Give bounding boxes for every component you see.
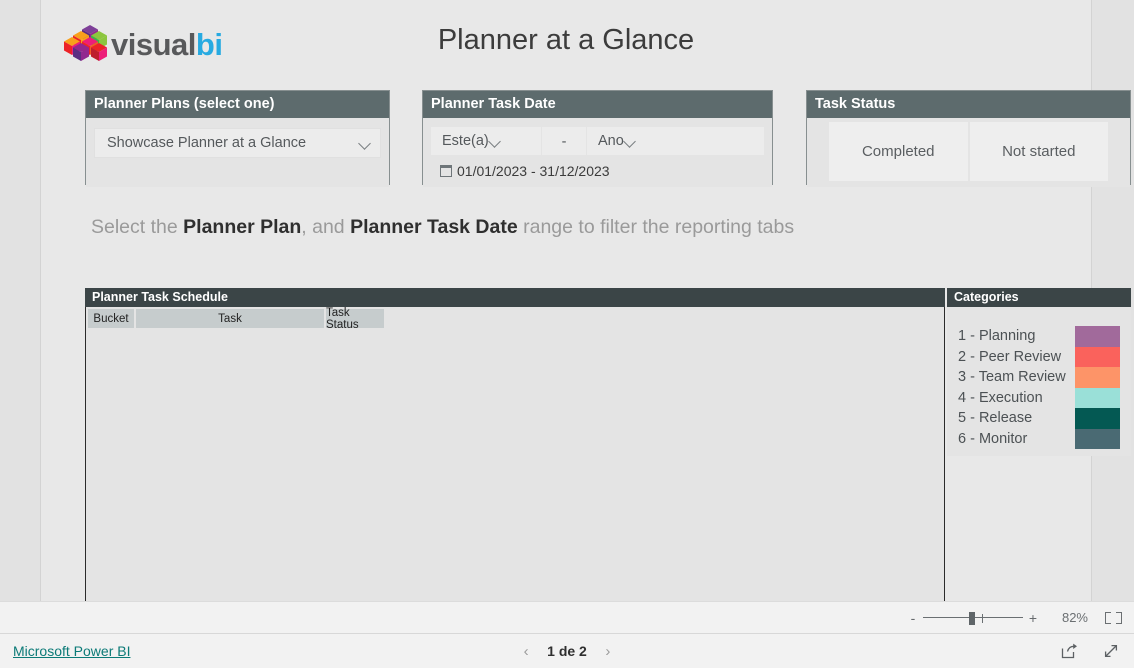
category-label: 6 - Monitor — [958, 430, 1028, 447]
instruction-part-3: range to filter the reporting tabs — [517, 216, 795, 238]
table-column-headers: Bucket Task Task Status — [88, 307, 942, 331]
report-footer: Microsoft Power BI ‹ 1 de 2 › — [0, 633, 1134, 668]
category-color-swatch — [1075, 428, 1120, 449]
slicer-planner-task-date-title: Planner Task Date — [423, 91, 772, 119]
category-color-swatch — [1075, 367, 1120, 388]
chevron-left-icon[interactable]: ‹ — [519, 644, 533, 659]
page-navigation: ‹ 1 de 2 › — [0, 643, 1134, 659]
date-unit-dropdown[interactable]: Ano — [586, 126, 765, 157]
report-canvas: visualbi Planner at a Glance Planner Pla… — [40, 0, 1131, 605]
category-color-swatch — [1075, 326, 1120, 347]
fit-to-page-icon[interactable] — [1105, 611, 1122, 624]
zoom-in-button[interactable]: + — [1026, 611, 1040, 625]
instruction-bold-planner-task-date: Planner Task Date — [350, 216, 518, 238]
category-color-swatch — [1075, 346, 1120, 367]
category-label: 1 - Planning — [958, 328, 1036, 345]
zoom-slider-tick — [982, 613, 984, 623]
instruction-text: Select the Planner Plan, and Planner Tas… — [91, 216, 794, 239]
category-color-swatch — [1075, 387, 1120, 408]
instruction-part-1: Select the — [91, 216, 184, 238]
chevron-down-icon — [359, 137, 372, 150]
category-label: 2 - Peer Review — [958, 348, 1062, 365]
categories-body: 1 - Planning 2 - Peer Review 3 - Team Re… — [947, 307, 1131, 456]
slicer-planner-plans-title: Planner Plans (select one) — [86, 91, 389, 119]
list-item[interactable]: 2 - Peer Review — [958, 346, 1120, 367]
slicer-planner-task-date: Planner Task Date Este(a) - Ano 01/01/20… — [422, 90, 773, 188]
planner-plan-selected-value: Showcase Planner at a Glance — [107, 135, 307, 152]
share-icon[interactable] — [1060, 642, 1078, 660]
slicer-task-status: Task Status Completed Not started — [806, 90, 1131, 188]
date-range-text: 01/01/2023 - 31/12/2023 — [457, 163, 610, 180]
zoom-toolbar: - + 82% — [0, 601, 1134, 633]
planner-task-schedule-body: Bucket Task Task Status — [85, 307, 945, 605]
chevron-down-icon — [489, 135, 502, 148]
column-header-bucket[interactable]: Bucket — [88, 309, 134, 328]
date-unit-value: Ano — [598, 133, 624, 150]
slicer-task-status-title: Task Status — [807, 91, 1130, 119]
date-range-separator: - — [542, 126, 586, 157]
instruction-part-2: , and — [301, 216, 351, 238]
list-item[interactable]: 4 - Execution — [958, 387, 1120, 408]
category-label: 4 - Execution — [958, 389, 1043, 406]
category-label: 3 - Team Review — [958, 369, 1066, 386]
category-label: 5 - Release — [958, 410, 1033, 427]
list-item[interactable]: 5 - Release — [958, 408, 1120, 429]
page-indicator: 1 de 2 — [547, 643, 587, 659]
calendar-icon — [439, 164, 453, 178]
categories-list: 1 - Planning 2 - Peer Review 3 - Team Re… — [958, 326, 1120, 449]
page-title: Planner at a Glance — [437, 24, 695, 56]
status-option-completed[interactable]: Completed — [829, 122, 968, 182]
column-header-task-status[interactable]: Task Status — [326, 307, 384, 331]
list-item[interactable]: 6 - Monitor — [958, 428, 1120, 449]
slicer-task-status-body: Completed Not started — [807, 118, 1130, 188]
date-relative-dropdown[interactable]: Este(a) — [430, 126, 542, 157]
list-item[interactable]: 1 - Planning — [958, 326, 1120, 347]
planner-plan-dropdown[interactable]: Showcase Planner at a Glance — [94, 128, 381, 159]
footer-actions — [1060, 642, 1120, 660]
categories-visual: Categories 1 - Planning 2 - Peer Review … — [947, 288, 1131, 456]
planner-task-schedule-title: Planner Task Schedule — [85, 288, 945, 307]
zoom-slider-thumb[interactable] — [969, 611, 975, 625]
zoom-out-button[interactable]: - — [906, 611, 920, 625]
slicer-planner-plans-body: Showcase Planner at a Glance — [86, 118, 389, 188]
date-range-display: 01/01/2023 - 31/12/2023 — [430, 163, 765, 179]
instruction-bold-planner-plan: Planner Plan — [183, 216, 302, 238]
list-item[interactable]: 3 - Team Review — [958, 367, 1120, 388]
date-controls-row: Este(a) - Ano — [430, 126, 765, 157]
categories-title: Categories — [947, 288, 1131, 307]
slicer-planner-task-date-body: Este(a) - Ano 01/01/2023 - 31/12/2023 — [423, 118, 772, 188]
date-relative-value: Este(a) — [442, 133, 489, 150]
status-option-not-started[interactable]: Not started — [969, 122, 1108, 182]
chevron-down-icon — [624, 135, 637, 148]
category-color-swatch — [1075, 408, 1120, 429]
planner-task-schedule-visual: Planner Task Schedule Bucket Task Task S… — [85, 288, 945, 605]
fullscreen-icon[interactable] — [1102, 642, 1120, 660]
zoom-slider[interactable] — [923, 611, 1023, 625]
powerbi-report-viewer: visualbi Planner at a Glance Planner Pla… — [0, 0, 1134, 668]
column-header-task[interactable]: Task — [136, 309, 324, 328]
chevron-right-icon[interactable]: › — [601, 644, 615, 659]
slicer-planner-plans: Planner Plans (select one) Showcase Plan… — [85, 90, 390, 188]
zoom-percent-label: 82% — [1061, 610, 1088, 625]
